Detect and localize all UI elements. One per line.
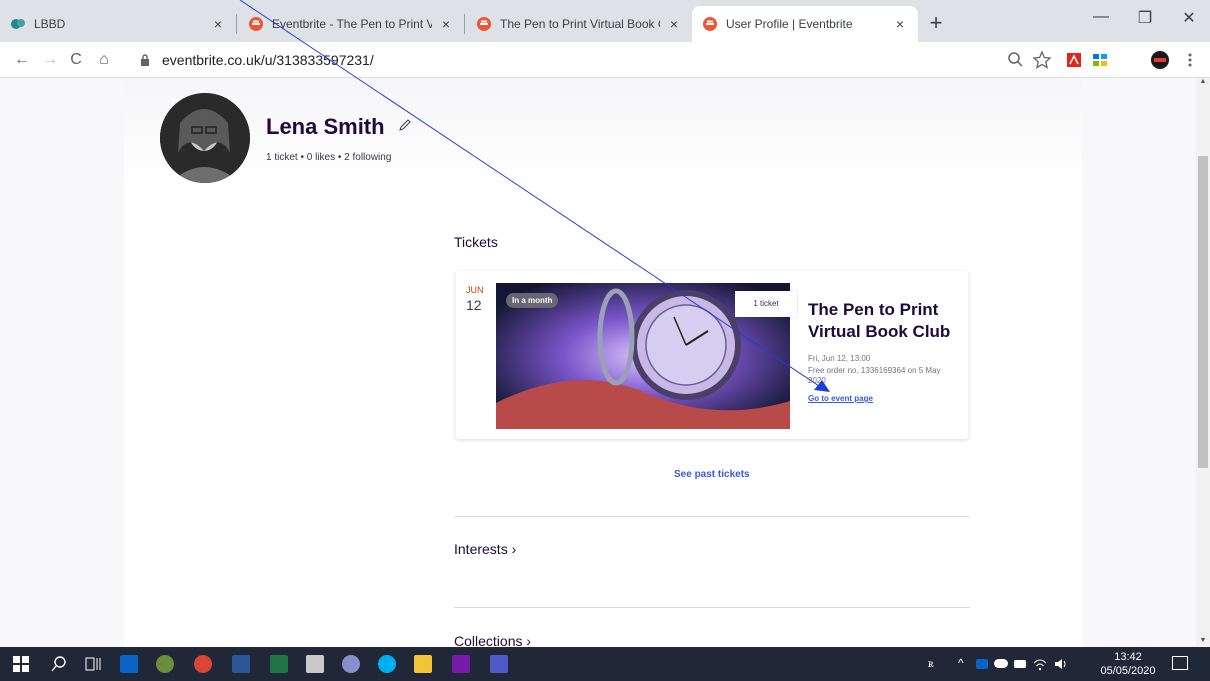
volume-icon[interactable] <box>1054 657 1068 671</box>
address-bar[interactable]: eventbrite.co.uk/u/313833597231/ <box>138 46 968 74</box>
battery-icon[interactable] <box>1014 660 1026 668</box>
tab-label: Eventbrite - The Pen to Print Virtu <box>272 17 432 31</box>
tab-eventbrite-event[interactable]: Eventbrite - The Pen to Print Virtu × <box>238 6 464 42</box>
wifi-icon[interactable] <box>1032 657 1048 671</box>
outlook-tray-icon[interactable] <box>976 659 988 669</box>
page-scrollbar[interactable]: ▲ ▼ <box>1196 78 1210 647</box>
home-button[interactable]: ⌂ <box>92 48 116 72</box>
onenote-icon[interactable] <box>452 655 470 673</box>
collections-heading[interactable]: Collections › <box>454 633 531 647</box>
edit-pencil-icon[interactable] <box>398 118 412 132</box>
teams-icon[interactable] <box>490 655 508 673</box>
tab-label: LBBD <box>34 17 66 31</box>
profile-avatar <box>160 93 250 183</box>
tickets-heading: Tickets <box>454 234 498 250</box>
show-hidden-icons-icon[interactable]: ^ <box>958 656 964 670</box>
clock-date: 05/05/2020 <box>1100 665 1156 677</box>
avatar-photo <box>160 93 250 183</box>
skype-icon[interactable] <box>378 655 396 673</box>
word-icon[interactable] <box>232 655 250 673</box>
tab-lbbd[interactable]: LBBD × <box>0 6 236 42</box>
profile-name: Lena Smith <box>266 114 385 139</box>
eventbrite-favicon-icon <box>249 17 263 31</box>
back-button[interactable]: ← <box>10 48 34 72</box>
calculator-icon[interactable] <box>306 655 324 673</box>
scroll-down-icon[interactable]: ▼ <box>1196 637 1210 644</box>
close-icon[interactable]: × <box>666 16 682 32</box>
people-icon[interactable]: ꭱ <box>928 656 934 671</box>
interests-heading[interactable]: Interests › <box>454 541 516 557</box>
profile-avatar-icon[interactable] <box>1150 50 1170 70</box>
windows-taskbar: ꭱ ^ 13:42 05/05/2020 <box>0 647 1210 681</box>
ticket-card[interactable]: JUN 12 In a month 1 ticket The Pen to Pr… <box>456 271 968 439</box>
restore-button[interactable]: ❐ <box>1130 8 1160 28</box>
event-month: JUN <box>466 285 484 295</box>
url-text: eventbrite.co.uk/u/313833597231/ <box>162 52 374 68</box>
eventbrite-favicon-icon <box>477 17 491 31</box>
menu-icon[interactable] <box>1180 50 1200 70</box>
lbbd-favicon-icon <box>11 19 25 29</box>
page-viewport: Lena Smith 1 ticket • 0 likes • 2 follow… <box>0 78 1196 647</box>
event-title[interactable]: The Pen to Print Virtual Book Club <box>808 299 966 343</box>
chrome-icon[interactable] <box>194 655 212 673</box>
windows-extension-icon[interactable] <box>1090 50 1110 70</box>
tab-label: User Profile | Eventbrite <box>726 17 853 31</box>
profile-content: Lena Smith 1 ticket • 0 likes • 2 follow… <box>124 78 1082 647</box>
tab-separator <box>236 14 237 34</box>
new-tab-button[interactable]: + <box>922 10 950 36</box>
snipping-tool-icon[interactable] <box>342 655 360 673</box>
close-icon[interactable]: × <box>438 16 454 32</box>
close-icon[interactable]: × <box>210 16 226 32</box>
forward-button[interactable]: → <box>38 48 62 72</box>
status-pill: In a month <box>506 293 559 308</box>
go-to-event-link[interactable]: Go to event page <box>808 394 873 403</box>
taskbar-clock[interactable]: 13:42 05/05/2020 <box>1096 650 1160 678</box>
excel-icon[interactable] <box>270 655 288 673</box>
onedrive-icon[interactable] <box>994 659 1008 668</box>
search-icon[interactable] <box>50 655 68 673</box>
reload-button[interactable]: C <box>64 48 88 72</box>
action-center-icon[interactable] <box>1172 656 1188 670</box>
close-icon[interactable]: × <box>892 16 908 32</box>
windows-start-icon[interactable] <box>12 655 30 673</box>
scroll-up-icon[interactable]: ▲ <box>1196 78 1210 85</box>
lock-icon <box>141 54 149 66</box>
file-explorer-icon[interactable] <box>414 655 432 673</box>
tab-separator <box>464 14 465 34</box>
event-day: 12 <box>466 297 482 313</box>
task-view-icon[interactable] <box>84 655 102 673</box>
tab-book-club[interactable]: The Pen to Print Virtual Book Clu × <box>466 6 692 42</box>
tab-user-profile[interactable]: User Profile | Eventbrite × <box>692 6 918 42</box>
browser-tab-strip: LBBD × Eventbrite - The Pen to Print Vir… <box>0 0 1210 42</box>
ticket-count-badge: 1 ticket <box>735 291 797 317</box>
eventbrite-favicon-icon <box>703 17 717 31</box>
paint-icon[interactable] <box>156 655 174 673</box>
order-info: Free order no. 1336169364 on 5 May 2020 <box>808 366 941 385</box>
minimize-button[interactable]: — <box>1086 8 1116 26</box>
browser-toolbar: ← → C ⌂ eventbrite.co.uk/u/313833597231/ <box>0 42 1210 78</box>
scroll-thumb[interactable] <box>1198 156 1208 468</box>
section-divider <box>454 607 970 608</box>
clock-time: 13:42 <box>1114 651 1142 663</box>
bookmark-star-icon[interactable] <box>1032 50 1052 70</box>
profile-stats: 1 ticket • 0 likes • 2 following <box>266 152 392 163</box>
outlook-icon[interactable] <box>120 655 138 673</box>
acrobat-extension-icon[interactable] <box>1064 50 1084 70</box>
event-datetime: Fri, Jun 12, 13:00 <box>808 354 871 363</box>
tab-label: The Pen to Print Virtual Book Clu <box>500 17 660 31</box>
close-window-button[interactable]: ✕ <box>1174 8 1204 28</box>
zoom-icon[interactable] <box>1006 50 1026 70</box>
see-past-tickets-link[interactable]: See past tickets <box>674 469 750 480</box>
section-divider <box>454 516 970 517</box>
